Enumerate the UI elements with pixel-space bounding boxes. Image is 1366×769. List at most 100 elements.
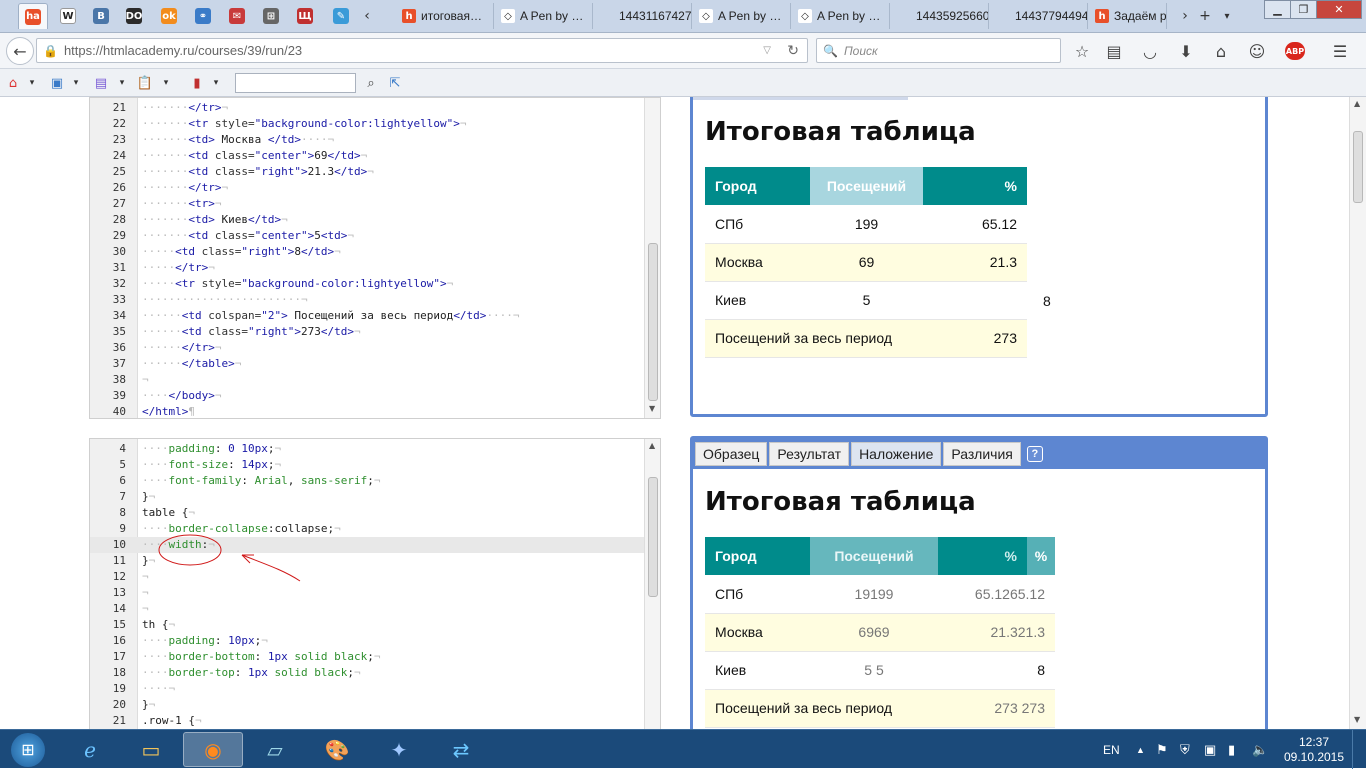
pinned-tab[interactable]: Щ: [290, 3, 320, 29]
clock[interactable]: 12:37 09.10.2015: [1284, 730, 1344, 769]
teamviewer-icon[interactable]: ⇄: [431, 732, 491, 767]
dropdown-icon[interactable]: ▾: [210, 73, 222, 93]
code-line: 21 .row-1 {¬: [90, 713, 646, 729]
pinned-tab[interactable]: ⚭: [188, 3, 218, 29]
code-token: font-family: [168, 474, 242, 487]
scroll-down-icon[interactable]: ▼: [649, 404, 655, 413]
cell-pct: 65.1265.12: [938, 575, 1055, 614]
reload-icon[interactable]: ↻: [787, 43, 799, 59]
url-bar[interactable]: 🔒 https://htmlacademy.ru/courses/39/run/…: [36, 38, 808, 63]
url-dropdown-icon[interactable]: ▽: [763, 45, 771, 56]
pinned-tab[interactable]: W: [53, 3, 83, 29]
browser-tab[interactable]: h Задаём р: [1089, 3, 1167, 29]
home-icon[interactable]: ⌂: [1207, 39, 1235, 63]
home-red-icon[interactable]: ⌂: [4, 73, 22, 93]
search-box[interactable]: 🔍 Поиск: [816, 38, 1061, 63]
tabs-scroll-right-icon[interactable]: ›: [1176, 3, 1194, 29]
scrollbar-thumb[interactable]: [1353, 131, 1363, 203]
code-token: ¬: [360, 149, 368, 162]
pinned-tab[interactable]: ✎: [326, 3, 356, 29]
toolbar-search-field[interactable]: [235, 73, 356, 93]
document-icon[interactable]: ▤: [92, 73, 110, 93]
all-tabs-icon[interactable]: ▾: [1218, 3, 1236, 29]
scrollbar-thumb[interactable]: [648, 477, 658, 597]
code-token: </tr>: [175, 261, 209, 274]
pinned-tab[interactable]: ha: [18, 3, 48, 29]
network-icon[interactable]: ▮: [1228, 730, 1235, 769]
back-icon[interactable]: ←: [6, 37, 34, 65]
tabs-scroll-left-icon[interactable]: ‹: [358, 3, 376, 29]
pinned-tab[interactable]: DO: [119, 3, 149, 29]
new-tab-icon[interactable]: +: [1196, 3, 1214, 29]
code-line: 27 ·······<tr>¬: [90, 196, 646, 212]
save-icon[interactable]: ▣: [48, 73, 66, 93]
scrollbar-thumb[interactable]: [648, 243, 658, 401]
tab-overlay[interactable]: Наложение: [851, 442, 942, 466]
tray-shield-icon[interactable]: ⛨: [1180, 730, 1190, 769]
browser-tab[interactable]: 144359256604…: [891, 3, 989, 29]
css-editor-scrollbar[interactable]: ▲: [644, 439, 660, 729]
volume-icon[interactable]: 🔈: [1252, 730, 1268, 769]
pinned-tab[interactable]: ✉: [222, 3, 252, 29]
tray-flag-icon[interactable]: ⚑: [1156, 730, 1168, 769]
pinned-tab[interactable]: ⊞: [256, 3, 286, 29]
bookmark-star-icon[interactable]: ☆: [1068, 39, 1096, 63]
browser-tab[interactable]: ◇ A Pen by …: [495, 3, 593, 29]
dropdown-icon[interactable]: ▾: [116, 73, 128, 93]
file-explorer-icon[interactable]: ▭: [121, 732, 181, 767]
bookmarks-list-icon[interactable]: ▤: [1100, 39, 1128, 63]
browser-tab[interactable]: 144311674276…: [594, 3, 692, 29]
tray-status-icon[interactable]: ▣: [1204, 730, 1216, 769]
browser-tab[interactable]: 144377944949…: [990, 3, 1088, 29]
tray-expand-icon[interactable]: ▲: [1136, 730, 1145, 769]
search-placeholder: Поиск: [843, 43, 878, 58]
scroll-down-icon[interactable]: ▼: [1354, 715, 1360, 724]
language-indicator[interactable]: EN: [1103, 730, 1120, 769]
paint-icon[interactable]: 🎨: [307, 732, 367, 767]
code-token: ¬: [367, 165, 374, 178]
internet-explorer-icon[interactable]: ℯ: [60, 732, 120, 767]
pinned-tab[interactable]: B: [86, 3, 116, 29]
browser-tab[interactable]: ◇ A Pen by …: [693, 3, 791, 29]
sticky-app-icon[interactable]: ✦: [369, 732, 429, 767]
code-token: class=: [201, 325, 248, 338]
cell-total-value: 273 273: [938, 689, 1055, 728]
dropdown-icon[interactable]: ▾: [26, 73, 38, 93]
page-scrollbar[interactable]: ▲ ▼: [1349, 97, 1366, 729]
dropdown-icon[interactable]: ▾: [160, 73, 172, 93]
css-editor[interactable]: 4 ····padding: 0 10px;¬ 5 ····font-size: 14…: [89, 438, 661, 729]
smiley-icon[interactable]: ☺: [1243, 39, 1271, 63]
close-window-icon[interactable]: ✕: [1316, 0, 1362, 19]
scroll-up-icon[interactable]: ▲: [1354, 99, 1360, 108]
maximize-icon[interactable]: ❐: [1290, 0, 1317, 19]
tab-result[interactable]: Результат: [769, 442, 850, 466]
help-icon[interactable]: ?: [1026, 446, 1043, 462]
html-editor-scrollbar[interactable]: ▼: [644, 98, 660, 418]
dropdown-icon[interactable]: ▾: [70, 73, 82, 93]
minimize-icon[interactable]: ▁: [1264, 0, 1291, 19]
browser-tab[interactable]: h итоговая…: [396, 3, 494, 29]
line-number: 26: [112, 181, 126, 194]
tab-sample[interactable]: Образец: [695, 442, 768, 466]
notepad-icon[interactable]: ▱: [245, 732, 305, 767]
browser-tab[interactable]: ◇ A Pen by …: [792, 3, 890, 29]
adblock-icon[interactable]: ABP: [1280, 39, 1310, 63]
menu-icon[interactable]: ☰: [1326, 39, 1354, 63]
red-book-icon[interactable]: ▮: [188, 73, 206, 93]
whitespace-marker: ·······: [142, 149, 189, 162]
pinned-tab[interactable]: ok: [154, 3, 184, 29]
cursor-icon[interactable]: ⇱: [386, 73, 404, 93]
download-icon[interactable]: ⬇: [1172, 39, 1200, 63]
scroll-up-icon[interactable]: ▲: [649, 441, 655, 450]
cell-total-label: Посещений за весь период: [705, 319, 923, 358]
tab-diff[interactable]: Различия: [943, 442, 1021, 466]
htmlacademy-icon: h: [1095, 9, 1109, 23]
html-editor[interactable]: 21 ·······</tr>¬ 22 ·······<tr style="backg…: [89, 97, 661, 419]
code-token: ¬: [208, 261, 215, 274]
start-button-icon[interactable]: ⊞: [2, 732, 54, 767]
firefox-icon[interactable]: ◉: [183, 732, 243, 767]
show-desktop-button[interactable]: [1352, 730, 1366, 769]
pocket-icon[interactable]: ◡: [1136, 39, 1164, 63]
find-icon[interactable]: ⌕: [362, 73, 380, 93]
clipboard-icon[interactable]: 📋: [136, 73, 154, 93]
